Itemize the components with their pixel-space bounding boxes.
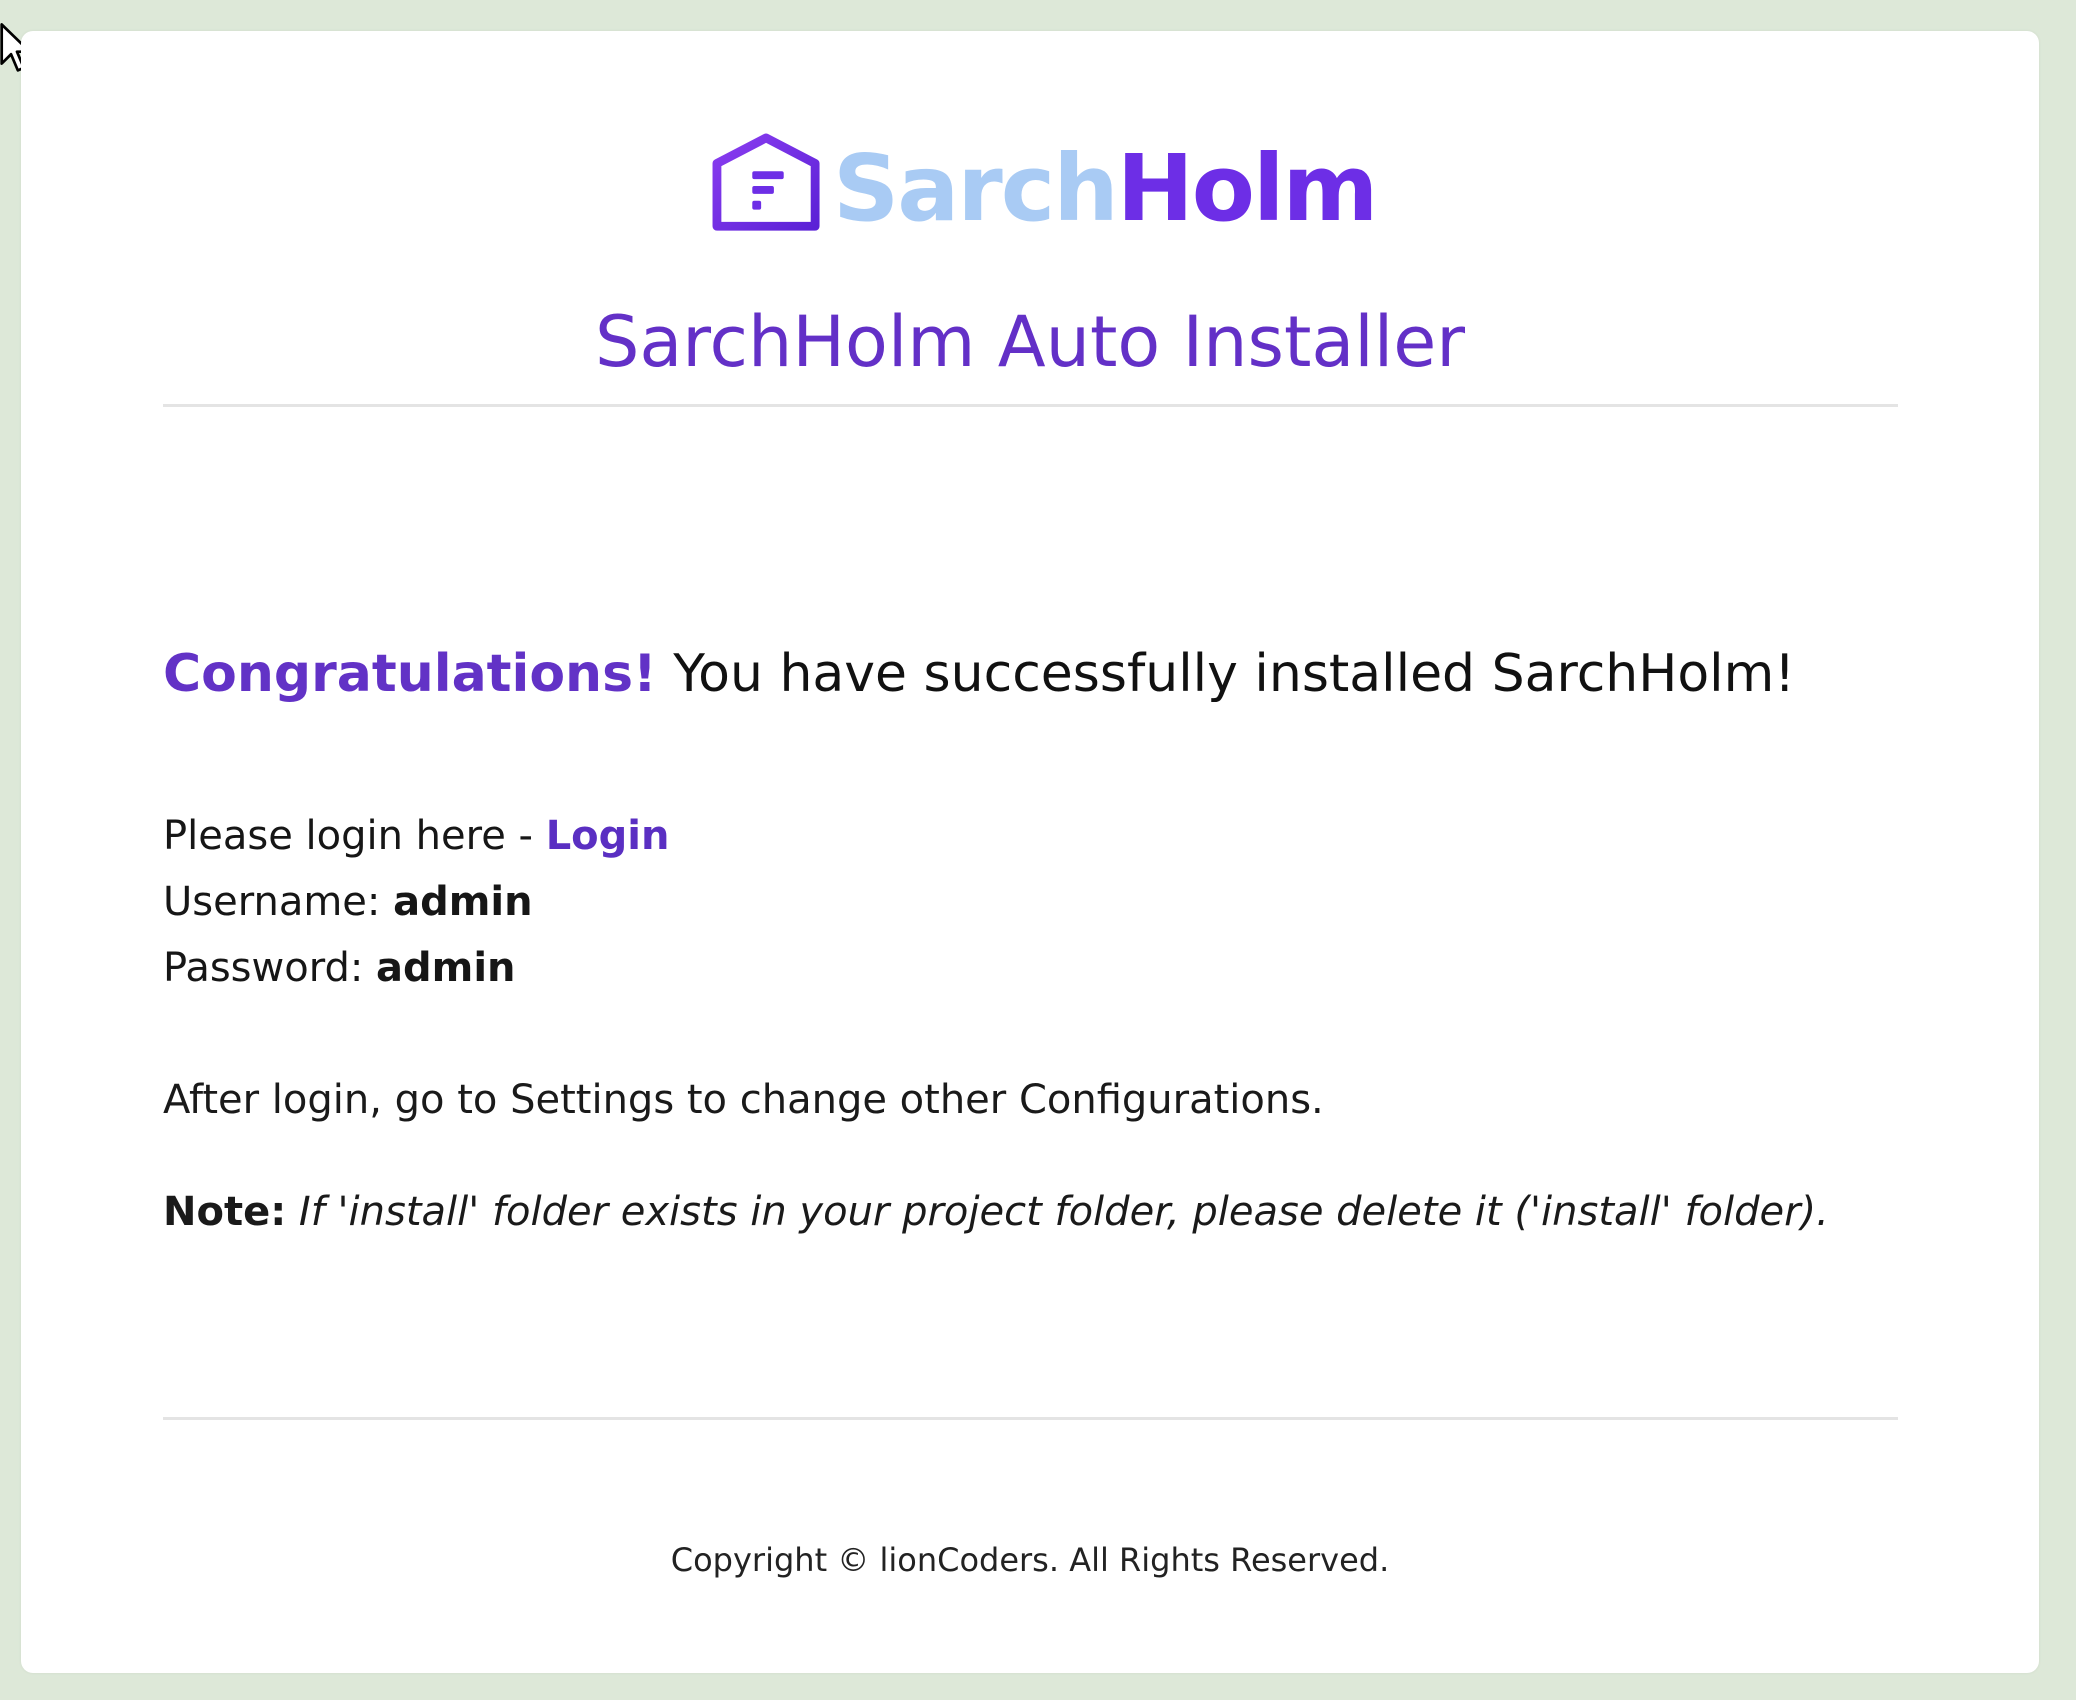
login-link[interactable]: Login [546, 813, 670, 859]
headline-rest: You have successfully installed SarchHol… [656, 644, 1796, 704]
login-prompt: Please login here - [163, 812, 546, 859]
username-value: admin [393, 878, 533, 925]
brand-name-part1: Sarch [833, 135, 1119, 242]
success-message: Congratulations! You have successfully i… [163, 641, 1898, 1245]
house-logo-icon [712, 133, 820, 231]
note: Note: If 'install' folder exists in your… [163, 1179, 1898, 1245]
installer-card: SarchHolm SarchHolm Auto Installer Congr… [21, 31, 2039, 1673]
success-headline: Congratulations! You have successfully i… [163, 641, 1898, 709]
password-label: Password: [163, 944, 377, 991]
bottom-divider [163, 1417, 1898, 1420]
note-label: Note: [163, 1188, 287, 1235]
credentials-block: Please login here - Login Username: admi… [163, 803, 1898, 1001]
congrats-text: Congratulations! [163, 644, 657, 704]
login-row: Please login here - Login [163, 803, 1898, 869]
brand-name: SarchHolm [833, 143, 1378, 235]
footer-copyright: Copyright © lionCoders. All Rights Reser… [670, 1541, 1390, 1579]
note-text: If 'install' folder exists in your proje… [286, 1188, 1829, 1235]
installer-header: SarchHolm SarchHolm Auto Installer [21, 31, 2039, 421]
page-title: SarchHolm Auto Installer [594, 301, 1466, 383]
top-divider [163, 404, 1898, 407]
password-row: Password: admin [163, 935, 1898, 1001]
password-value: admin [376, 944, 516, 991]
username-label: Username: [163, 878, 394, 925]
brand-name-part2: Holm [1116, 135, 1379, 242]
brand-logo: SarchHolm [709, 111, 1378, 261]
after-login-text: After login, go to Settings to change ot… [163, 1076, 1324, 1123]
username-row: Username: admin [163, 869, 1898, 935]
